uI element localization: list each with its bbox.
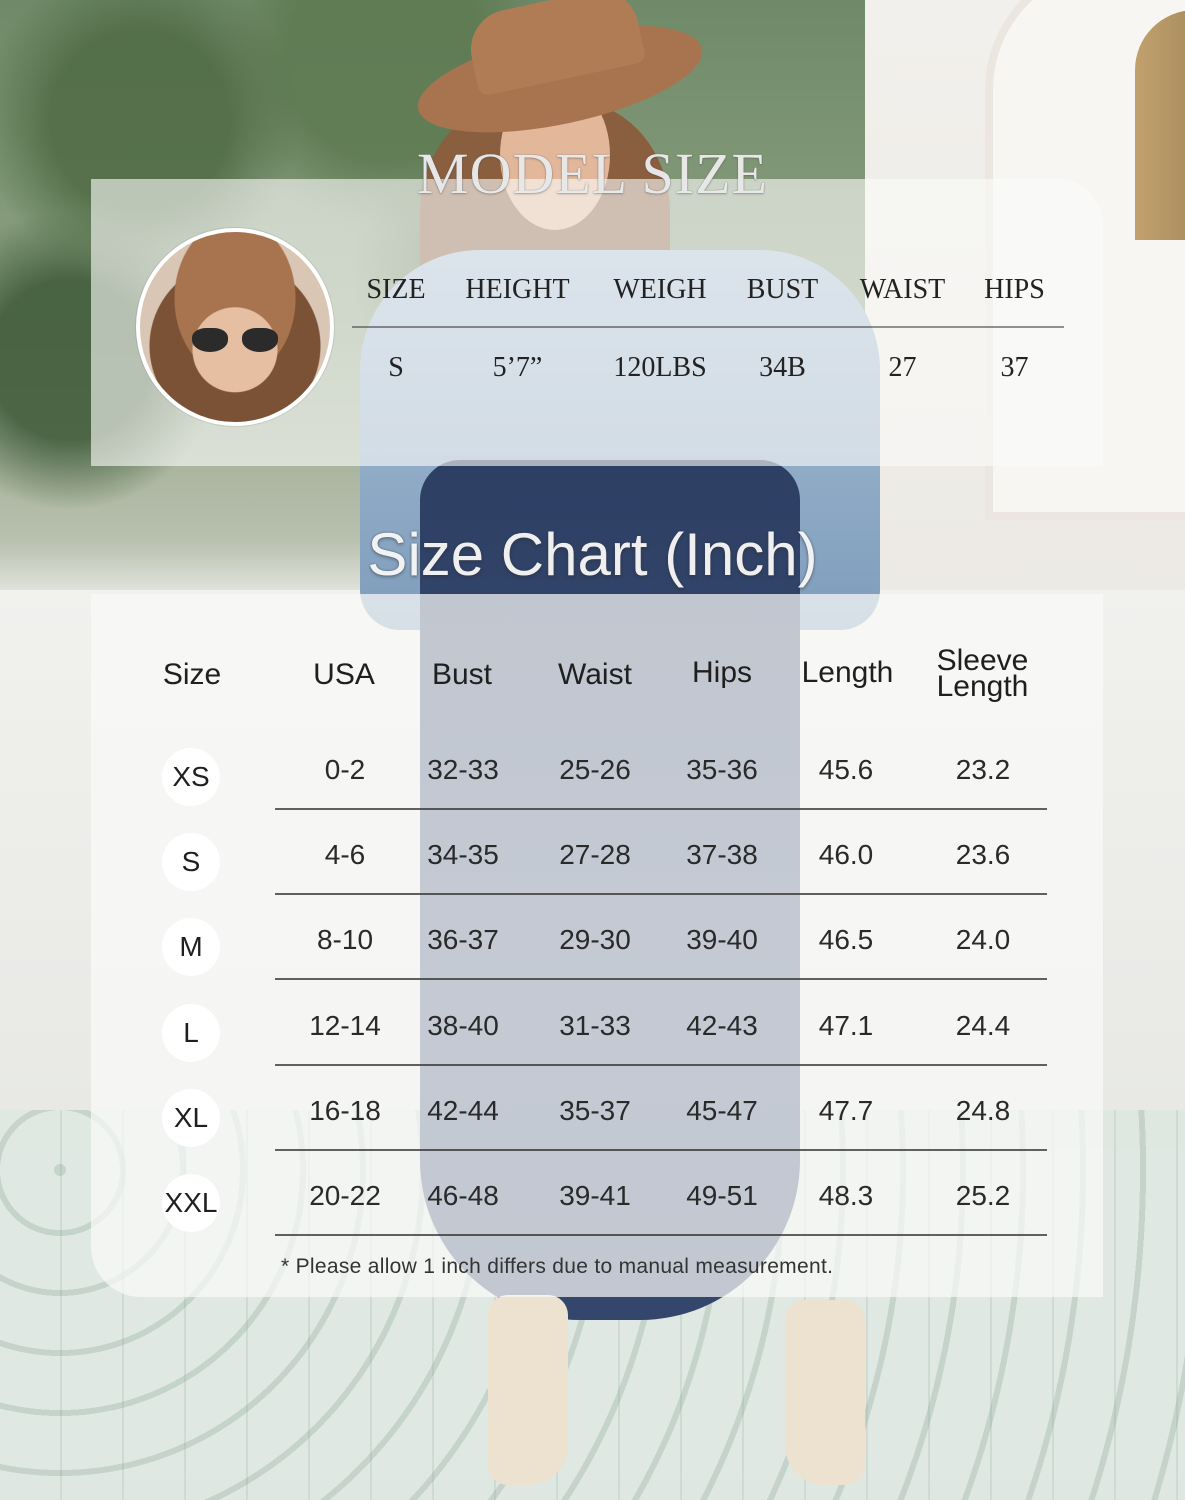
cell-waist: 29-30 (559, 924, 631, 956)
model-avatar (136, 228, 334, 426)
cell-hips: 45-47 (686, 1094, 758, 1126)
cell-bust: 46-48 (427, 1180, 499, 1211)
size-badge: S (162, 833, 220, 892)
cell-hips: 35-36 (686, 754, 758, 785)
row-divider (275, 978, 1047, 981)
header-sleeve-length: Sleeve Length (920, 646, 1045, 703)
model-header-hips: HIPS (984, 274, 1045, 305)
cell-bust: 36-37 (427, 924, 499, 956)
size-badge: XL (162, 1088, 220, 1147)
model-value-waist: 27 (888, 352, 917, 383)
header-length: Length (801, 656, 894, 689)
cell-usa: 0-2 (324, 754, 366, 785)
model-value-weigh: 120LBS (613, 352, 707, 383)
cell-sleeve: 23.2 (955, 754, 1011, 785)
row-divider (275, 893, 1047, 896)
cell-bust: 42-44 (427, 1094, 499, 1126)
cell-sleeve: 25.2 (955, 1180, 1011, 1211)
cell-waist: 35-37 (559, 1094, 631, 1126)
cell-usa: 4-6 (324, 839, 366, 871)
cell-usa: 16-18 (309, 1094, 381, 1126)
size-badge: L (162, 1003, 220, 1062)
model-header-waist: WAIST (859, 274, 946, 305)
cell-hips: 42-43 (686, 1009, 758, 1041)
cell-sleeve: 24.0 (955, 924, 1011, 956)
cell-waist: 27-28 (559, 839, 631, 871)
cell-hips: 39-40 (686, 924, 758, 956)
cell-length: 48.3 (818, 1180, 874, 1211)
cell-length: 45.6 (818, 754, 874, 785)
cell-length: 47.7 (818, 1094, 874, 1126)
size-badge: XS (162, 748, 220, 806)
size-badge: M (162, 918, 220, 977)
header-waist: Waist (558, 658, 632, 691)
row-divider (275, 808, 1047, 810)
cell-hips: 37-38 (686, 839, 758, 871)
header-size: Size (162, 658, 222, 691)
model-value-hips: 37 (1000, 352, 1029, 383)
sunglasses-icon (192, 328, 278, 354)
size-badge: XXL (162, 1174, 220, 1232)
cell-waist: 25-26 (559, 754, 631, 785)
cell-usa: 8-10 (316, 924, 374, 956)
cell-waist: 39-41 (559, 1180, 631, 1211)
model-size-header-row: SIZE HEIGHT WEIGH BUST WAIST HIPS (352, 264, 1064, 326)
model-size-title: MODEL SIZE (417, 141, 768, 206)
cell-bust: 32-33 (427, 754, 499, 785)
model-value-height: 5’7” (492, 352, 543, 383)
row-divider (275, 1234, 1047, 1236)
cell-sleeve: 24.4 (955, 1009, 1011, 1041)
row-divider (275, 1148, 1047, 1151)
row-divider (275, 1063, 1047, 1066)
measurement-note: * Please allow 1 inch differs due to man… (281, 1255, 834, 1278)
header-hips: Hips (691, 656, 752, 689)
model-size-value-row: S 5’7” 120LBS 34B 27 37 (352, 328, 1064, 408)
model-size-table: SIZE HEIGHT WEIGH BUST WAIST HIPS S 5’7”… (352, 264, 1064, 408)
model-value-size: S (388, 352, 404, 383)
cell-bust: 38-40 (427, 1009, 499, 1041)
cell-length: 46.0 (818, 839, 874, 871)
right-boot (785, 1300, 865, 1485)
cell-sleeve: 23.6 (955, 839, 1011, 871)
cell-length: 47.1 (818, 1009, 874, 1041)
cell-usa: 12-14 (309, 1009, 381, 1041)
cell-sleeve: 24.8 (955, 1094, 1011, 1126)
cell-bust: 34-35 (427, 839, 499, 871)
size-chart-title: Size Chart (Inch) (367, 521, 818, 588)
model-header-size: SIZE (366, 274, 426, 305)
header-usa: USA (313, 658, 375, 691)
cell-usa: 20-22 (309, 1180, 381, 1211)
cell-length: 46.5 (818, 924, 874, 956)
model-value-bust: 34B (759, 352, 806, 383)
model-header-weigh: WEIGH (613, 274, 707, 305)
model-header-bust: BUST (746, 274, 819, 305)
cell-waist: 31-33 (559, 1009, 631, 1041)
header-sleeve-line2: Length (936, 670, 1029, 703)
model-size-divider (352, 326, 1064, 328)
cell-hips: 49-51 (686, 1180, 758, 1211)
model-header-height: HEIGHT (465, 274, 570, 305)
header-bust: Bust (431, 658, 493, 691)
left-boot (488, 1295, 568, 1485)
